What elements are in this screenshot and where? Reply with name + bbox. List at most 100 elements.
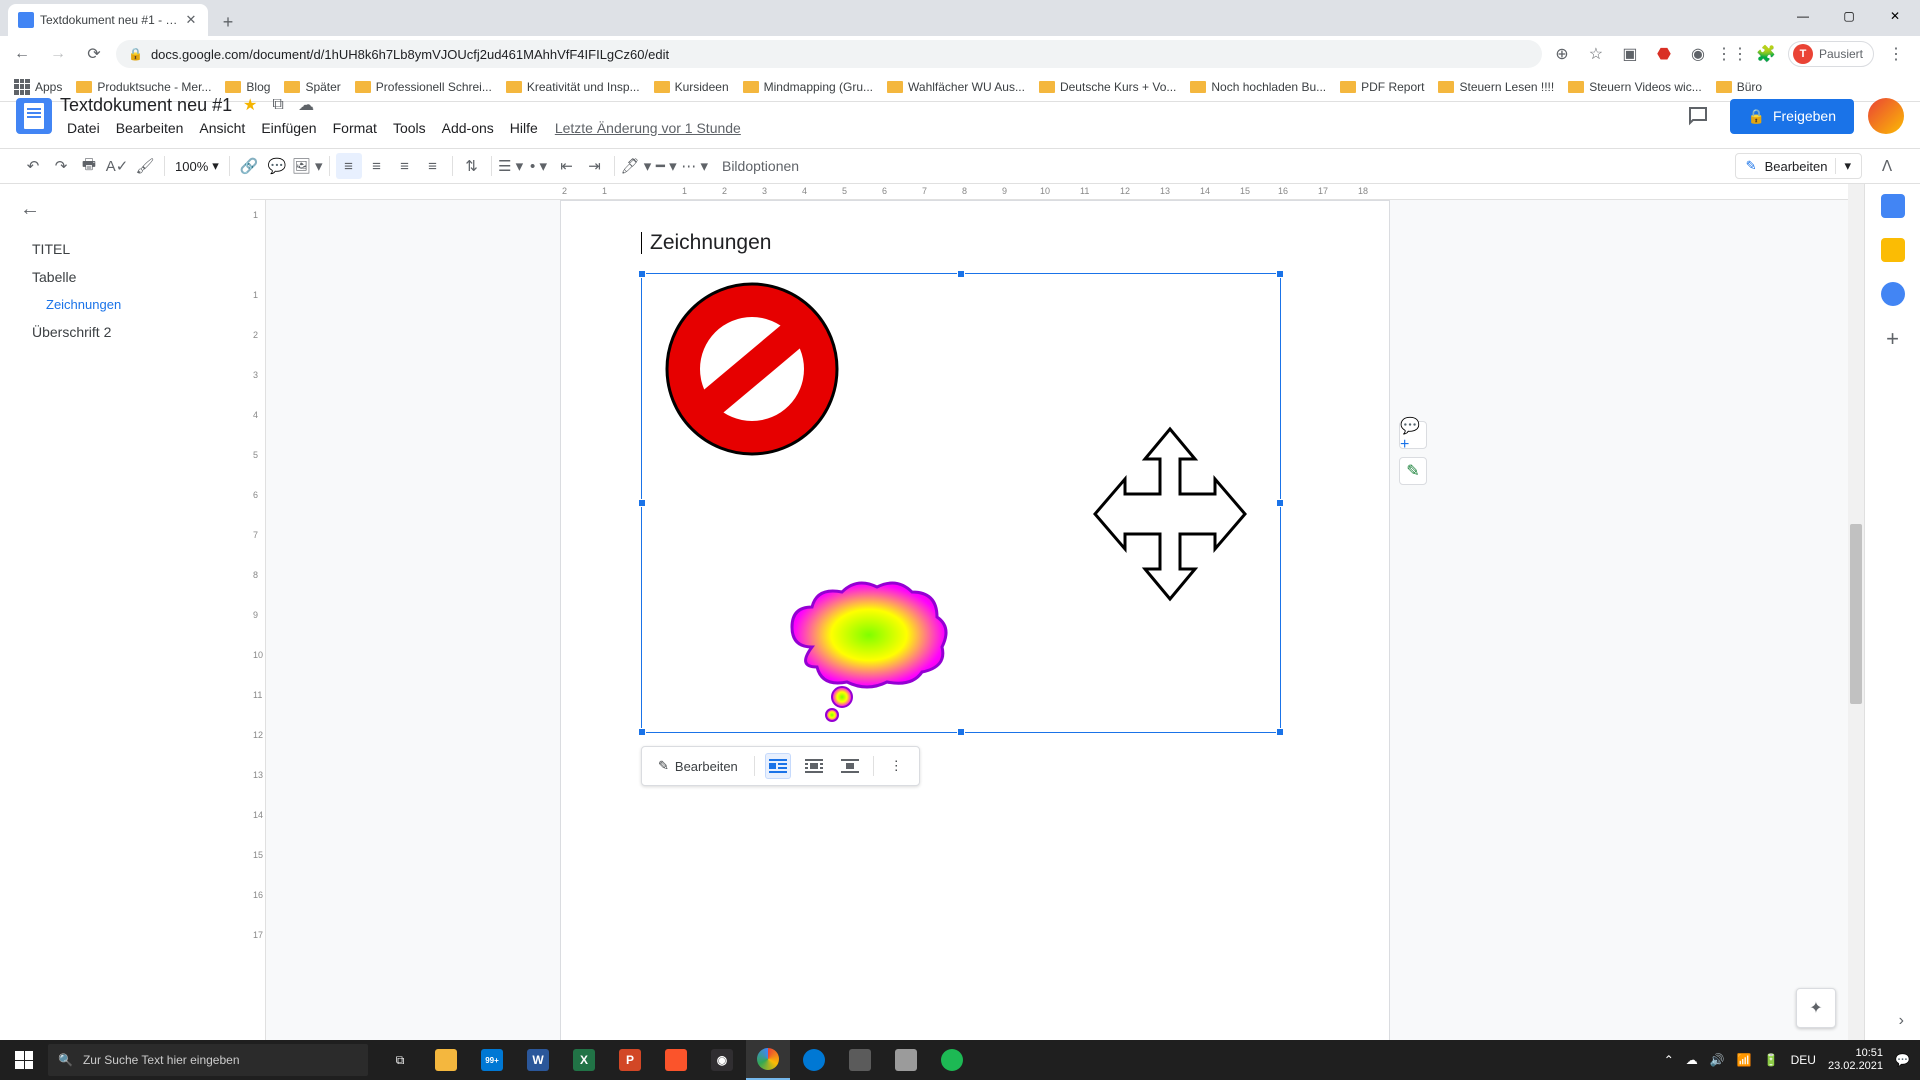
- more-options-button[interactable]: ⋮: [884, 754, 909, 778]
- increase-indent-button[interactable]: ⇥: [582, 153, 608, 179]
- outline-item[interactable]: Tabelle: [20, 263, 230, 291]
- print-button[interactable]: 🖶: [76, 153, 102, 179]
- outline-back-button[interactable]: ←: [20, 198, 230, 221]
- ext3-icon[interactable]: ⋮⋮: [1720, 42, 1744, 66]
- battery-icon[interactable]: 🔋: [1764, 1053, 1779, 1067]
- scrollbar-thumb[interactable]: [1850, 524, 1862, 704]
- comments-button[interactable]: [1680, 98, 1716, 134]
- collapse-toolbar-button[interactable]: ᐱ: [1874, 153, 1900, 179]
- chrome-icon[interactable]: [746, 1040, 790, 1080]
- resize-handle[interactable]: [1276, 270, 1284, 278]
- bookmark-item[interactable]: Noch hochladen Bu...: [1184, 76, 1332, 98]
- menu-insert[interactable]: Einfügen: [254, 118, 323, 138]
- mail-icon[interactable]: 99+: [470, 1040, 514, 1080]
- vertical-scrollbar[interactable]: [1848, 184, 1864, 1040]
- calendar-icon[interactable]: [1881, 194, 1905, 218]
- redo-button[interactable]: ↷: [48, 153, 74, 179]
- tasks-icon[interactable]: [1881, 282, 1905, 306]
- menu-edit[interactable]: Bearbeiten: [109, 118, 191, 138]
- word-icon[interactable]: W: [516, 1040, 560, 1080]
- maximize-button[interactable]: ▢: [1826, 0, 1872, 32]
- resize-handle[interactable]: [1276, 499, 1284, 507]
- undo-button[interactable]: ↶: [20, 153, 46, 179]
- resize-handle[interactable]: [957, 728, 965, 736]
- outline-item[interactable]: TITEL: [20, 235, 230, 263]
- edge-icon[interactable]: [792, 1040, 836, 1080]
- spellcheck-button[interactable]: A✓: [104, 153, 130, 179]
- menu-tools[interactable]: Tools: [386, 118, 433, 138]
- taskbar-search[interactable]: 🔍 Zur Suche Text hier eingeben: [48, 1044, 368, 1076]
- document-title[interactable]: Textdokument neu #1: [60, 95, 232, 116]
- app-icon[interactable]: [838, 1040, 882, 1080]
- document-page[interactable]: Zeichnungen: [560, 200, 1390, 1040]
- minimize-button[interactable]: —: [1780, 0, 1826, 32]
- wifi-icon[interactable]: 📶: [1737, 1053, 1752, 1067]
- excel-icon[interactable]: X: [562, 1040, 606, 1080]
- start-button[interactable]: [0, 1040, 48, 1080]
- zoom-icon[interactable]: ⊕: [1550, 42, 1574, 66]
- forward-button[interactable]: →: [44, 40, 72, 68]
- wrap-inline-button[interactable]: [765, 753, 791, 779]
- wrap-text-button[interactable]: [801, 753, 827, 779]
- back-button[interactable]: ←: [8, 40, 36, 68]
- tray-clock[interactable]: 10:51 23.02.2021: [1828, 1047, 1883, 1073]
- edit-mode-select[interactable]: ✎ Bearbeiten ▾: [1735, 153, 1862, 179]
- resize-handle[interactable]: [638, 270, 646, 278]
- paint-format-button[interactable]: 🖌: [132, 153, 158, 179]
- url-field[interactable]: 🔒 docs.google.com/document/d/1hUH8k6h7Lb…: [116, 40, 1542, 68]
- resize-handle[interactable]: [1276, 728, 1284, 736]
- resize-handle[interactable]: [638, 499, 646, 507]
- powerpoint-icon[interactable]: P: [608, 1040, 652, 1080]
- notepad-icon[interactable]: [884, 1040, 928, 1080]
- line-spacing-button[interactable]: ⇅: [459, 153, 485, 179]
- move-icon[interactable]: ⧉: [268, 96, 288, 114]
- border-weight-button[interactable]: ━ ▾: [653, 153, 679, 179]
- close-icon[interactable]: ✕: [184, 13, 198, 27]
- file-explorer-icon[interactable]: [424, 1040, 468, 1080]
- horizontal-ruler[interactable]: 2 1 1 2 3 4 5 6 7 8 9 10 11 12 13 14 15 …: [250, 184, 1864, 200]
- border-color-button[interactable]: 🖊 ▾: [621, 153, 652, 179]
- brave-icon[interactable]: [654, 1040, 698, 1080]
- link-button[interactable]: 🔗: [236, 153, 262, 179]
- extensions-icon[interactable]: 🧩: [1754, 42, 1778, 66]
- browser-tab[interactable]: Textdokument neu #1 - Google D ✕: [8, 4, 208, 36]
- menu-format[interactable]: Format: [326, 118, 384, 138]
- outline-item[interactable]: Überschrift 2: [20, 318, 230, 346]
- notifications-icon[interactable]: 💬: [1895, 1053, 1910, 1067]
- keep-icon[interactable]: [1881, 238, 1905, 262]
- align-center-button[interactable]: ≡: [364, 153, 390, 179]
- star-icon[interactable]: ☆: [1584, 42, 1608, 66]
- align-right-button[interactable]: ≡: [392, 153, 418, 179]
- comment-add-button[interactable]: 💬: [264, 153, 290, 179]
- wrap-break-button[interactable]: [837, 753, 863, 779]
- border-dash-button[interactable]: ⋯ ▾: [681, 153, 708, 179]
- new-tab-button[interactable]: +: [214, 8, 242, 36]
- menu-view[interactable]: Ansicht: [192, 118, 252, 138]
- spotify-icon[interactable]: [930, 1040, 974, 1080]
- bookmark-item[interactable]: Steuern Lesen !!!!: [1432, 76, 1560, 98]
- bulleted-list-button[interactable]: • ▾: [526, 153, 552, 179]
- bookmark-item[interactable]: Wahlfächer WU Aus...: [881, 76, 1031, 98]
- side-panel-collapse[interactable]: ›: [1899, 1012, 1904, 1030]
- edit-drawing-button[interactable]: ✎ Bearbeiten: [652, 754, 744, 778]
- onedrive-icon[interactable]: ☁: [1686, 1053, 1698, 1067]
- add-comment-button[interactable]: 💬+: [1399, 421, 1427, 449]
- task-view-button[interactable]: ⧉: [378, 1040, 422, 1080]
- image-button[interactable]: 🖼 ▾: [292, 153, 323, 179]
- volume-icon[interactable]: 🔊: [1710, 1053, 1725, 1067]
- profile-badge[interactable]: T Pausiert: [1788, 41, 1874, 67]
- star-icon[interactable]: ★: [240, 95, 260, 115]
- image-options-link[interactable]: Bildoptionen: [722, 158, 799, 174]
- language-indicator[interactable]: DEU: [1791, 1053, 1816, 1067]
- reload-button[interactable]: ⟳: [80, 40, 108, 68]
- ext2-icon[interactable]: ◉: [1686, 42, 1710, 66]
- vertical-ruler[interactable]: 1 1 2 3 4 5 6 7 8 9 10 11 12 13 14 15 16…: [250, 200, 266, 1040]
- obs-icon[interactable]: ◉: [700, 1040, 744, 1080]
- share-button[interactable]: 🔒 Freigeben: [1730, 99, 1854, 134]
- menu-addons[interactable]: Add-ons: [435, 118, 501, 138]
- cloud-saved-icon[interactable]: ☁: [296, 95, 316, 115]
- menu-help[interactable]: Hilfe: [503, 118, 545, 138]
- account-avatar[interactable]: [1868, 98, 1904, 134]
- outline-item-active[interactable]: Zeichnungen: [20, 291, 230, 318]
- zoom-select[interactable]: 100%▾: [171, 158, 223, 174]
